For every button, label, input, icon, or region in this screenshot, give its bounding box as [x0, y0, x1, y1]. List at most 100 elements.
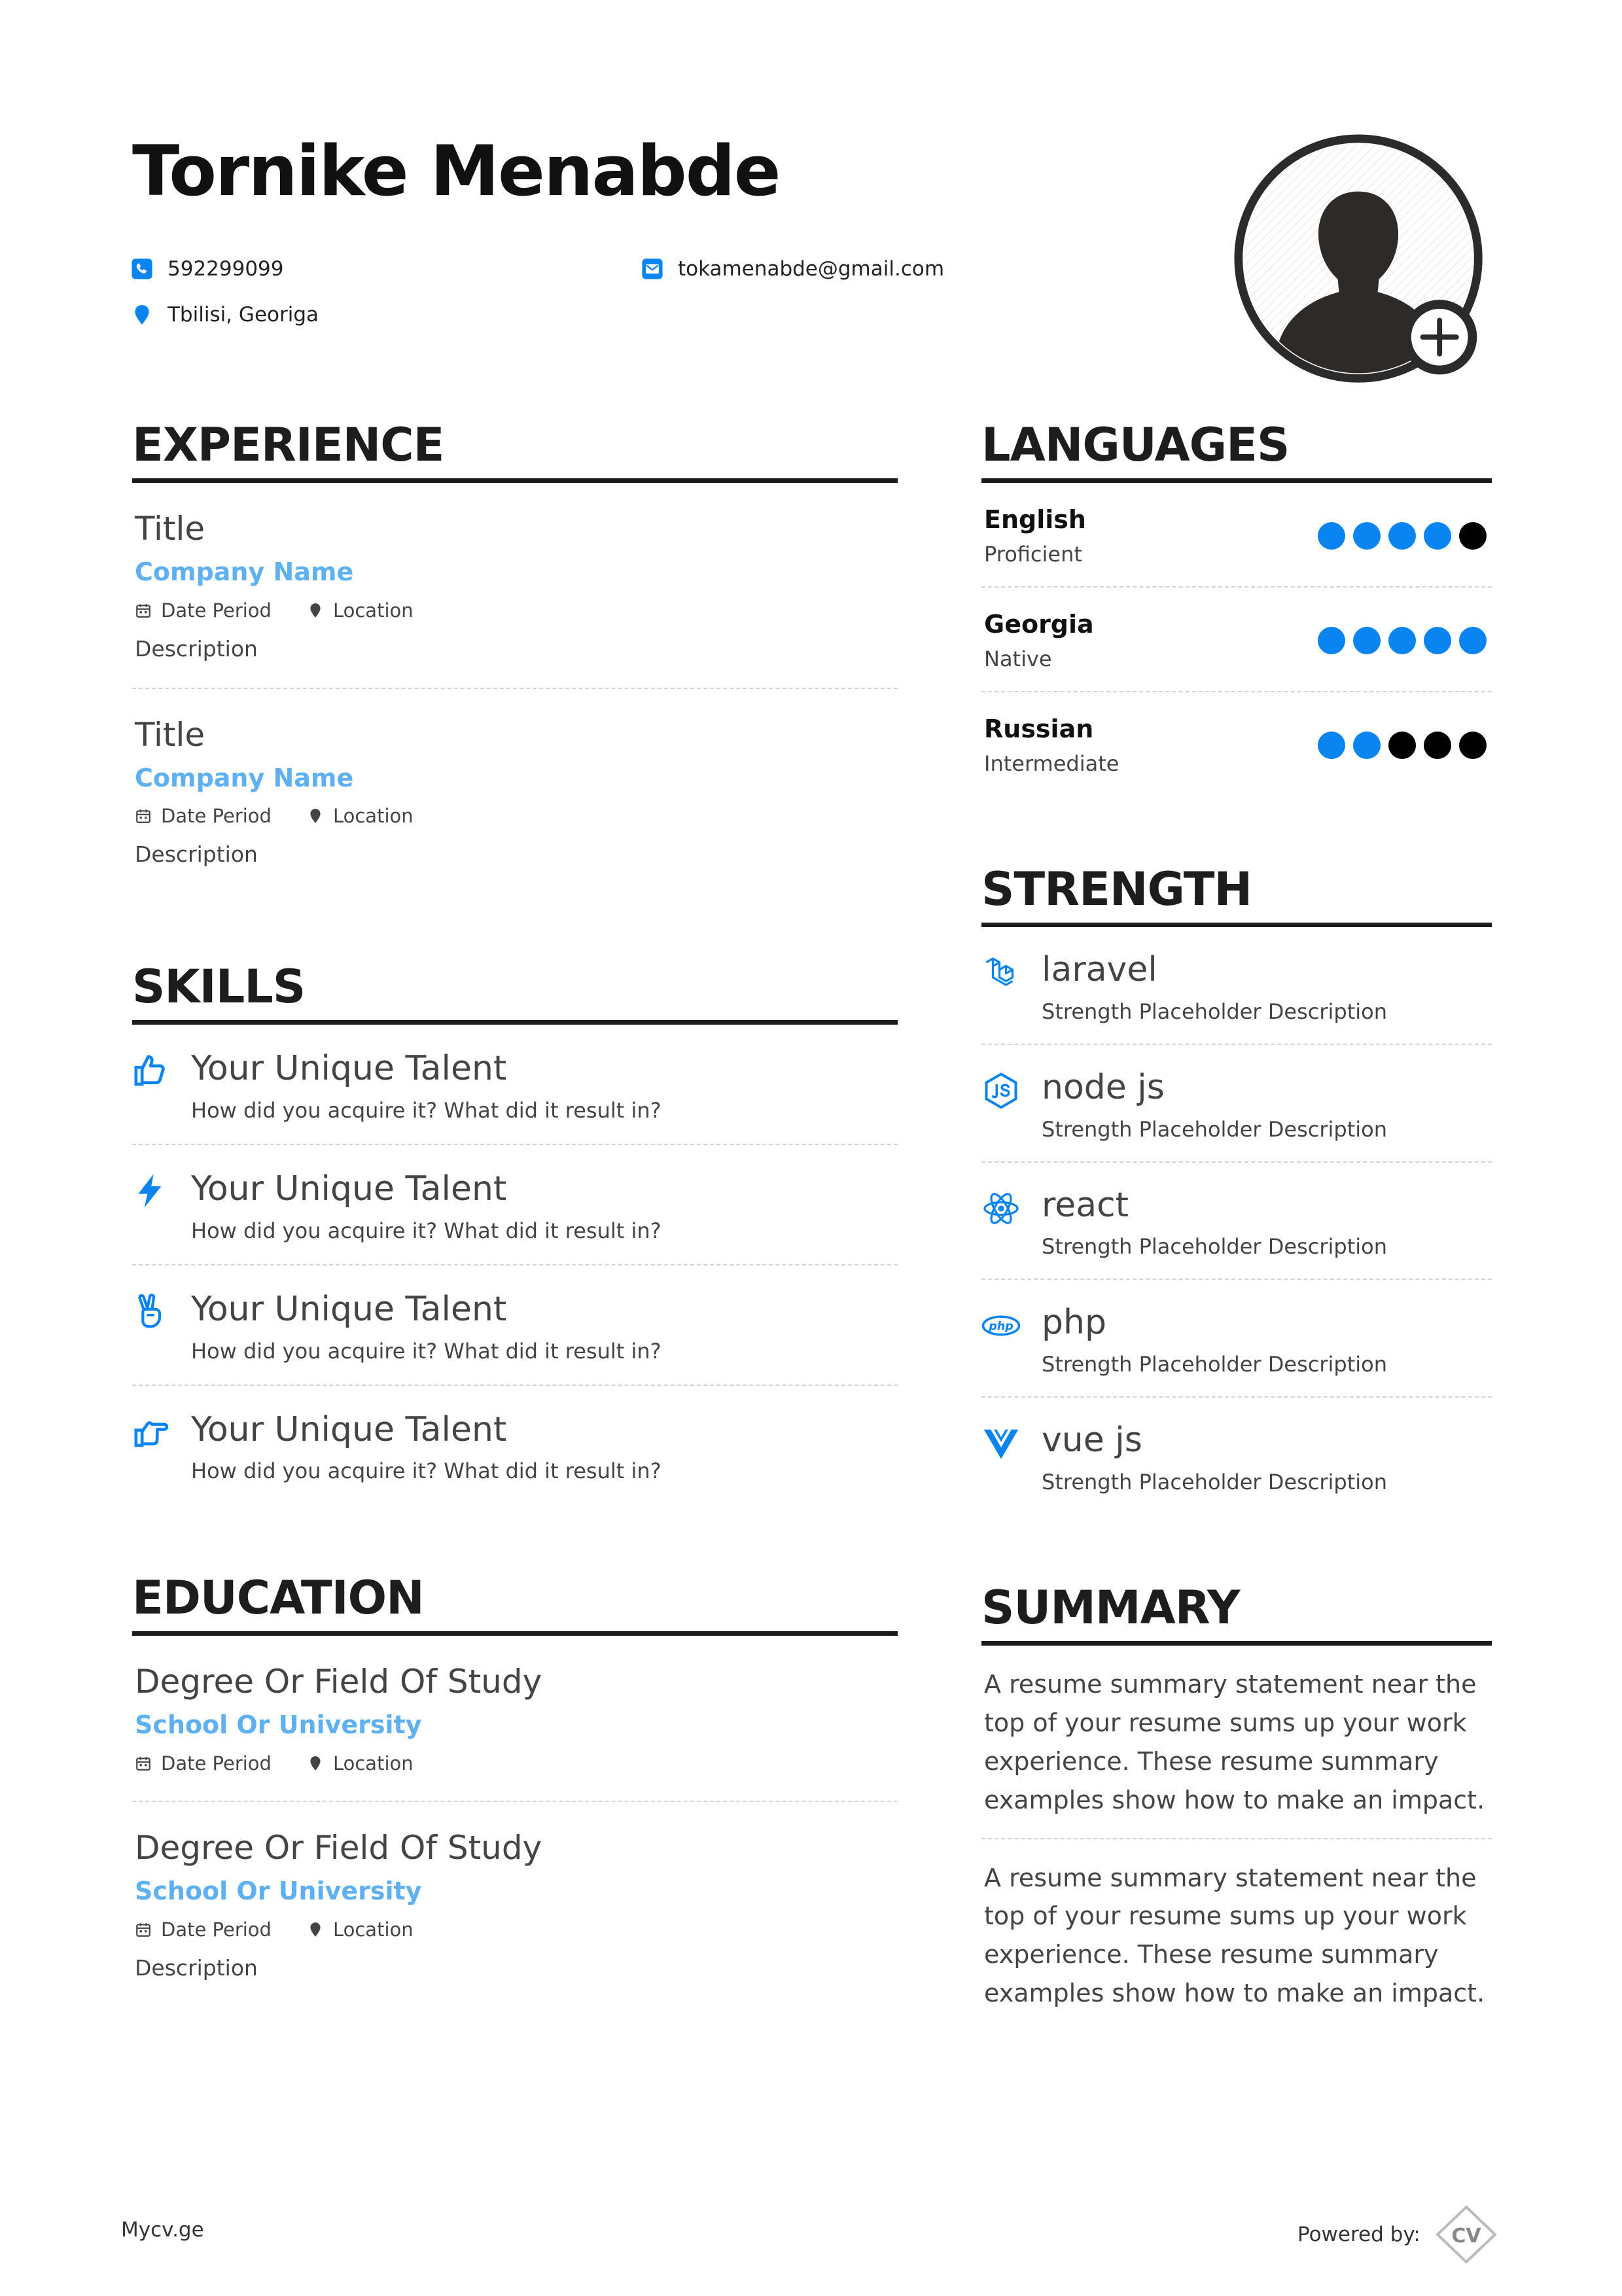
- language-name: Russian: [984, 715, 1094, 743]
- location: Location: [332, 1752, 414, 1775]
- peace-hand-icon: [138, 1293, 162, 1328]
- summary-heading: SUMMARY: [981, 1585, 1492, 1646]
- rating-dot-filled: [1459, 627, 1487, 654]
- email-icon: [642, 258, 663, 279]
- strength-description: Strength Placeholder Description: [1042, 998, 1387, 1024]
- skill-description: How did you acquire it? What did it resu…: [191, 1097, 661, 1123]
- strength-title: node js: [1042, 1067, 1165, 1107]
- languages-heading: LANGUAGES: [981, 422, 1492, 483]
- summary-paragraph[interactable]: A resume summary statement near the top …: [981, 1839, 1492, 2032]
- skill-item[interactable]: Your Unique Talent How did you acquire i…: [132, 1025, 898, 1145]
- language-level: Intermediate: [984, 751, 1120, 776]
- strength-item[interactable]: laravel Strength Placeholder Description: [981, 927, 1492, 1045]
- language-name: English: [984, 505, 1086, 534]
- strength-description: Strength Placeholder Description: [1042, 1116, 1387, 1142]
- rating-dot-filled: [1318, 732, 1345, 759]
- strength-item[interactable]: react Strength Placeholder Description: [981, 1163, 1492, 1280]
- education-entry[interactable]: Degree Or Field Of Study School Or Unive…: [132, 1802, 898, 2007]
- rating-dot-filled: [1388, 627, 1416, 654]
- skill-title: Your Unique Talent: [191, 1409, 507, 1449]
- skill-title: Your Unique Talent: [191, 1169, 507, 1209]
- location: Location: [332, 805, 414, 828]
- resume-page: Tornike Menabde 592299099 tokamenabde@gm…: [0, 0, 1622, 2296]
- experience-section: EXPERIENCE Title Company Name Date Perio…: [132, 422, 898, 893]
- contact-location: Tbilisi, Georiga: [131, 303, 319, 327]
- date-period: Date Period: [161, 1918, 272, 1941]
- company-name: Company Name: [135, 557, 354, 586]
- job-title: Title: [135, 715, 205, 754]
- avatar-upload[interactable]: [1232, 132, 1490, 390]
- php-icon: php: [981, 1315, 1021, 1336]
- languages-section: LANGUAGES English Proficient Georgia Nat…: [981, 422, 1492, 796]
- mycv-logo-icon: CV: [1435, 2205, 1497, 2264]
- rating-dot-filled: [1388, 522, 1416, 550]
- map-pin-icon: [310, 1922, 321, 1937]
- date-period: Date Period: [161, 805, 272, 828]
- language-item[interactable]: Russian Intermediate: [981, 692, 1492, 796]
- skill-item[interactable]: Your Unique Talent How did you acquire i…: [132, 1386, 898, 1505]
- education-section: EDUCATION Degree Or Field Of Study Schoo…: [132, 1575, 898, 2006]
- laravel-icon: [985, 957, 1014, 986]
- lightning-bolt-icon: [138, 1174, 162, 1208]
- footer-powered-by[interactable]: Powered by: CV: [1297, 2202, 1503, 2267]
- calendar-icon: [136, 1922, 150, 1937]
- description: Description: [135, 1954, 258, 1981]
- strength-item[interactable]: php php Strength Placeholder Description: [981, 1280, 1492, 1398]
- school-name: School Or University: [135, 1876, 422, 1905]
- rating-dots: [1318, 627, 1487, 654]
- description: Description: [135, 841, 258, 868]
- summary-section: SUMMARY A resume summary statement near …: [981, 1585, 1492, 2031]
- calendar-icon: [136, 603, 150, 618]
- entry-meta: Date Period Location: [135, 805, 895, 827]
- strength-section: STRENGTH laravel Strength Placeholder De…: [981, 866, 1492, 1514]
- svg-text:php: php: [988, 1320, 1014, 1333]
- calendar-icon: [136, 809, 150, 824]
- footer-site-link[interactable]: Mycv.ge: [121, 2218, 204, 2242]
- degree: Degree Or Field Of Study: [135, 1663, 542, 1701]
- rating-dot-filled: [1318, 627, 1345, 654]
- strength-title: vue js: [1042, 1421, 1142, 1460]
- skill-title: Your Unique Talent: [191, 1289, 507, 1329]
- right-column: LANGUAGES English Proficient Georgia Nat…: [981, 422, 1492, 2102]
- degree: Degree Or Field Of Study: [135, 1828, 542, 1867]
- entry-meta: Date Period Location: [135, 1918, 895, 1941]
- logo-text: CV: [1451, 2225, 1481, 2248]
- education-entry[interactable]: Degree Or Field Of Study School Or Unive…: [132, 1636, 898, 1802]
- strength-title: laravel: [1042, 950, 1157, 989]
- rating-dot-filled: [1424, 522, 1451, 550]
- description: Description: [135, 635, 258, 662]
- rating-dot-filled: [1353, 627, 1381, 654]
- contact-phone[interactable]: 592299099: [131, 257, 284, 281]
- email-address: tokamenabde@gmail.com: [678, 257, 945, 281]
- language-item[interactable]: English Proficient: [981, 483, 1492, 588]
- rating-dot-empty: [1459, 732, 1487, 759]
- school-name: School Or University: [135, 1710, 422, 1740]
- strength-item[interactable]: node js Strength Placeholder Description: [981, 1045, 1492, 1163]
- strength-heading: STRENGTH: [981, 866, 1492, 927]
- rating-dot-empty: [1459, 522, 1487, 550]
- contact-email[interactable]: tokamenabde@gmail.com: [641, 257, 944, 281]
- map-pin-icon: [135, 305, 149, 325]
- skill-description: How did you acquire it? What did it resu…: [191, 1338, 661, 1364]
- map-pin-icon: [310, 809, 321, 824]
- experience-entry[interactable]: Title Company Name Date Period Location …: [132, 689, 898, 894]
- skill-item[interactable]: Your Unique Talent How did you acquire i…: [132, 1145, 898, 1265]
- summary-paragraph[interactable]: A resume summary statement near the top …: [981, 1646, 1492, 1839]
- language-item[interactable]: Georgia Native: [981, 588, 1492, 692]
- powered-by-label: Powered by:: [1297, 2223, 1420, 2246]
- rating-dot-empty: [1388, 732, 1416, 759]
- strength-item[interactable]: vue js Strength Placeholder Description: [981, 1398, 1492, 1514]
- strength-title: react: [1042, 1185, 1129, 1225]
- entry-meta: Date Period Location: [135, 1752, 895, 1775]
- date-period: Date Period: [161, 599, 272, 622]
- education-heading: EDUCATION: [132, 1575, 898, 1636]
- strength-description: Strength Placeholder Description: [1042, 1234, 1387, 1260]
- skill-item[interactable]: Your Unique Talent How did you acquire i…: [132, 1265, 898, 1386]
- strength-description: Strength Placeholder Description: [1042, 1469, 1387, 1494]
- skill-description: How did you acquire it? What did it resu…: [191, 1458, 661, 1484]
- rating-dot-filled: [1424, 627, 1451, 654]
- rating-dot-filled: [1318, 522, 1345, 550]
- strength-title: php: [1042, 1303, 1106, 1343]
- rating-dot-empty: [1424, 732, 1451, 759]
- experience-entry[interactable]: Title Company Name Date Period Location …: [132, 483, 898, 689]
